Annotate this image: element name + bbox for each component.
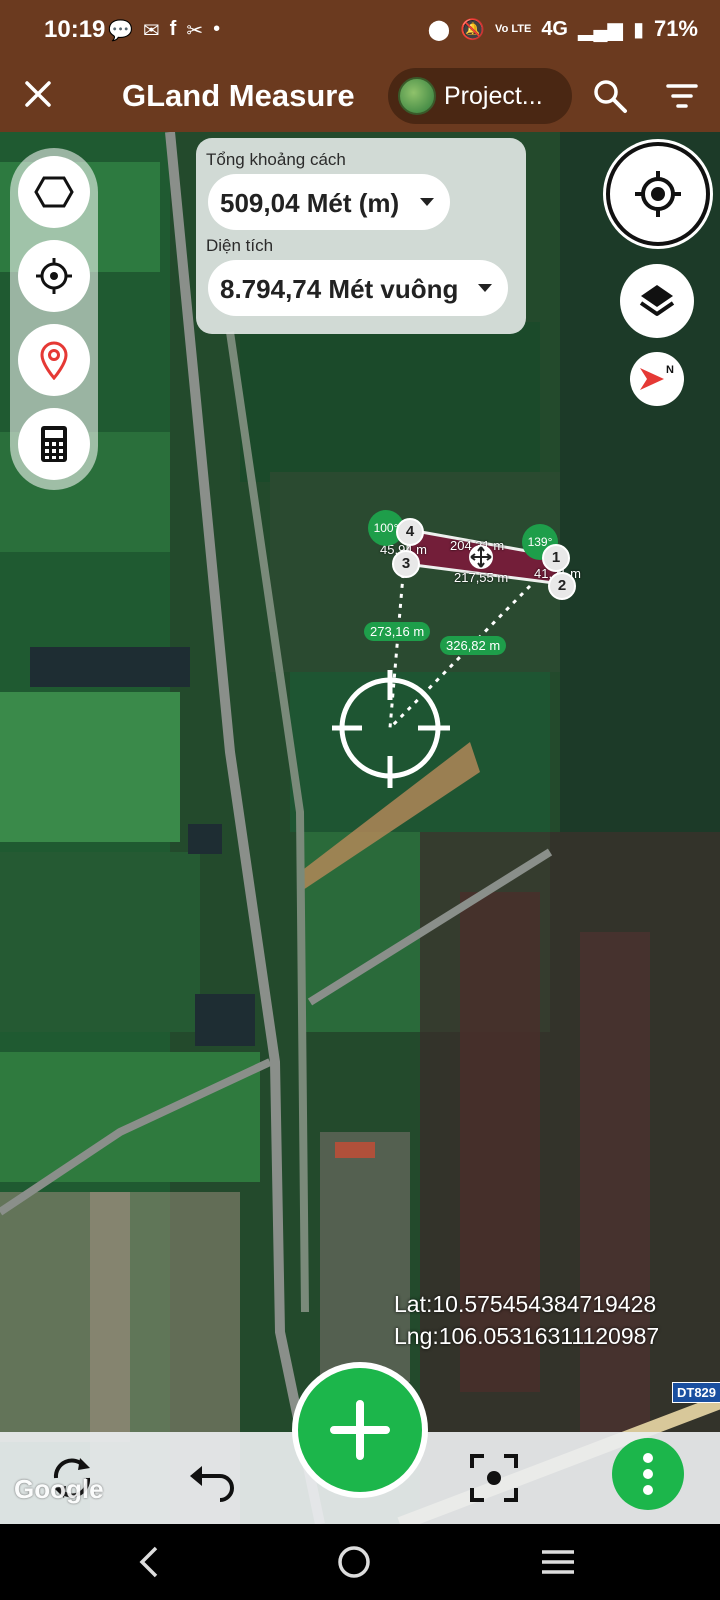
system-nav-bar bbox=[0, 1524, 720, 1600]
undo-icon[interactable] bbox=[186, 1452, 238, 1504]
vertex-marker[interactable]: 1 bbox=[542, 544, 570, 572]
capcut-icon: ✂ bbox=[186, 20, 204, 42]
more-options-button[interactable] bbox=[612, 1438, 684, 1510]
distance-label-text: Tổng khoảng cách bbox=[206, 150, 346, 169]
google-attribution: Google bbox=[14, 1474, 104, 1504]
distance-value: 509,04 Mét (m) bbox=[220, 188, 400, 218]
project-label: Project... bbox=[444, 82, 543, 110]
gps-locate-icon bbox=[635, 171, 681, 217]
app-title: GLand Measure bbox=[122, 78, 355, 113]
area-value: 8.794,74 Mét vuông bbox=[220, 274, 459, 304]
left-toolbar bbox=[10, 148, 98, 490]
status-bar: 10:19 💬 ✉ f ✂ • ⬤ 🔕 Vo LTE 4G ▂▄▆ ▮ 71% bbox=[0, 0, 720, 60]
more-vertical-icon bbox=[643, 1453, 653, 1495]
battery-icon: ▮ bbox=[632, 18, 644, 41]
notification-icons: 💬 ✉ f ✂ • bbox=[108, 18, 220, 43]
network-label: 4G bbox=[541, 17, 568, 40]
distance-unit-dropdown[interactable]: 509,04 Mét (m) bbox=[208, 174, 450, 230]
layers-icon bbox=[639, 285, 675, 316]
volte-label: Vo LTE bbox=[495, 23, 532, 35]
dot-icon: • bbox=[213, 18, 221, 40]
calculator-tool-button[interactable] bbox=[18, 408, 90, 480]
add-point-button[interactable] bbox=[292, 1362, 428, 1498]
gps-locate-button[interactable] bbox=[606, 142, 710, 246]
filter-icon[interactable] bbox=[666, 82, 698, 110]
home-icon[interactable] bbox=[334, 1542, 374, 1582]
mute-icon: 🔕 bbox=[460, 18, 486, 41]
pin-tool-button[interactable] bbox=[18, 324, 90, 396]
distance-label: 326,82 m bbox=[440, 636, 507, 655]
chevron-down-icon bbox=[478, 284, 492, 292]
status-right: ⬤ 🔕 Vo LTE 4G ▂▄▆ ▮ 71% bbox=[428, 16, 698, 42]
message-badge-icon: ✉ bbox=[142, 20, 160, 42]
calculator-icon bbox=[41, 426, 67, 462]
chat-bubble-icon: 💬 bbox=[108, 20, 133, 42]
layers-button[interactable] bbox=[620, 264, 694, 338]
status-time: 10:19 bbox=[44, 16, 106, 43]
crosshair-icon bbox=[36, 258, 72, 294]
compass-north-label: N bbox=[666, 364, 674, 376]
distance-label: 273,16 m bbox=[364, 622, 431, 641]
close-icon[interactable] bbox=[22, 78, 54, 110]
chevron-down-icon bbox=[420, 198, 434, 206]
vertex-marker[interactable]: 4 bbox=[396, 518, 424, 546]
road-tag: DT829 bbox=[672, 1382, 720, 1403]
project-thumbnail bbox=[398, 77, 436, 115]
back-icon[interactable] bbox=[130, 1542, 170, 1582]
project-selector[interactable]: Project... bbox=[388, 68, 572, 124]
recents-icon[interactable] bbox=[538, 1542, 578, 1582]
measurement-panel: Tổng khoảng cách 509,04 Mét (m) Diện tíc… bbox=[196, 138, 526, 334]
move-handle-icon[interactable] bbox=[468, 544, 494, 570]
focus-icon[interactable] bbox=[468, 1452, 520, 1504]
latitude-text: Lat:10.575454384719428 bbox=[394, 1291, 657, 1317]
area-label-text: Diện tích bbox=[206, 236, 274, 255]
compass-button[interactable]: N bbox=[630, 352, 684, 406]
facebook-icon: f bbox=[169, 18, 177, 40]
map-pin-icon bbox=[40, 341, 68, 380]
vertex-marker[interactable]: 3 bbox=[392, 550, 420, 578]
vertex-marker[interactable]: 2 bbox=[548, 572, 576, 600]
polygon-icon bbox=[34, 176, 74, 208]
crosshair-tool-button[interactable] bbox=[18, 240, 90, 312]
edge-label: 217,55 m bbox=[454, 570, 509, 585]
longitude-text: Lng:106.05316311120987 bbox=[394, 1323, 660, 1349]
battery-level: 71% bbox=[653, 16, 698, 41]
coordinates-readout: Lat:10.575454384719428 Lng:106.053163111… bbox=[394, 1288, 659, 1352]
add-icon bbox=[330, 1400, 390, 1460]
app-bar: GLand Measure Project... bbox=[0, 60, 720, 132]
search-icon[interactable] bbox=[592, 78, 628, 114]
area-unit-dropdown[interactable]: 8.794,74 Mét vuông bbox=[208, 260, 508, 316]
location-icon: ⬤ bbox=[427, 18, 451, 41]
polygon-tool-button[interactable] bbox=[18, 156, 90, 228]
signal-icon: ▂▄▆ bbox=[578, 18, 623, 41]
